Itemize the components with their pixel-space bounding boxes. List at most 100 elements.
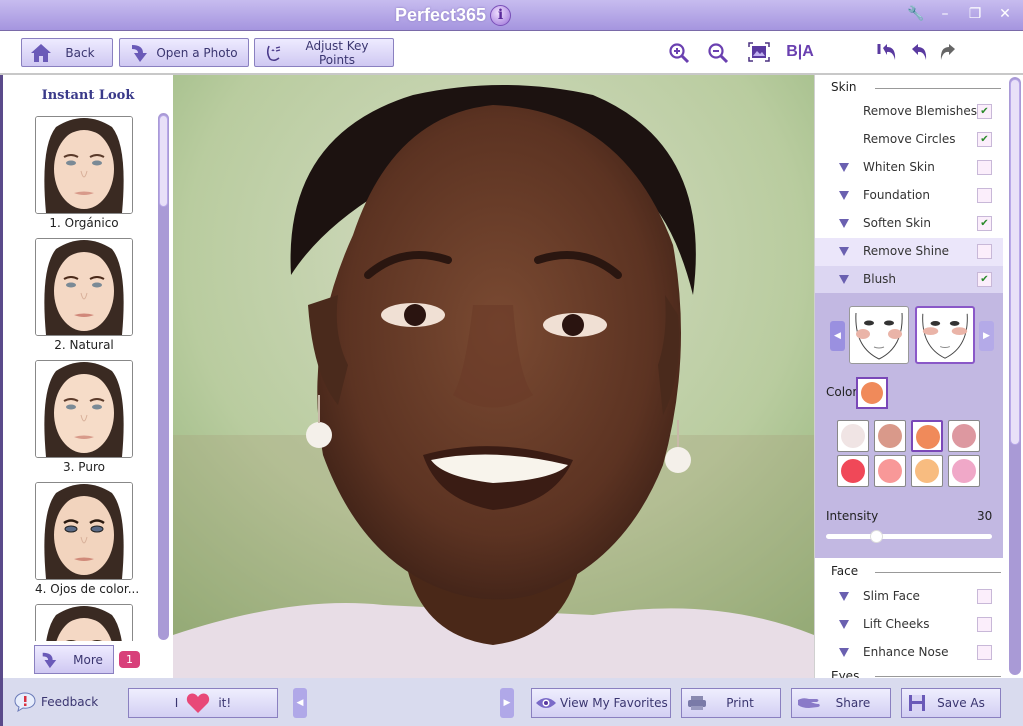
feedback-label: Feedback [41,695,99,709]
bottom-scroll-left-button[interactable]: ◀ [293,688,307,718]
soften-skin-checkbox[interactable]: ✔ [977,216,992,231]
look-item[interactable]: 2. Natural [35,238,133,352]
undo-all-icon[interactable] [876,42,900,67]
foundation-checkbox[interactable] [977,188,992,203]
look-item[interactable]: 3. Puro [35,360,133,474]
portrait-photo [173,75,814,678]
fit-to-screen-icon[interactable] [747,42,771,67]
look-thumbnail[interactable] [35,116,133,214]
expand-triangle-icon[interactable] [839,648,849,657]
more-looks-button[interactable]: More [34,645,114,674]
remove-blemishes-checkbox[interactable]: ✔ [977,104,992,119]
bottom-scroll-right-button[interactable]: ▶ [500,688,514,718]
option-remove-shine[interactable]: Remove Shine [815,238,1003,266]
looks-scrollbar[interactable] [158,113,169,640]
expand-triangle-icon[interactable] [839,163,849,172]
look-item[interactable] [35,604,133,641]
option-lift-cheeks[interactable]: Lift Cheeks [815,611,1003,639]
adjustments-panel: Skin Remove Blemishes ✔ Remove Circles ✔… [814,75,1023,678]
intensity-slider-track[interactable] [826,530,992,543]
look-item[interactable]: 4. Ojos de color... [35,482,139,596]
remove-circles-checkbox[interactable]: ✔ [977,132,992,147]
color-swatch[interactable] [911,455,943,487]
color-swatch[interactable] [911,420,943,452]
option-enhance-nose[interactable]: Enhance Nose [815,639,1003,667]
option-label: Foundation [863,188,930,202]
option-soften-skin[interactable]: Soften Skin ✔ [815,210,1003,238]
option-slim-face[interactable]: Slim Face [815,583,1003,611]
option-blush[interactable]: Blush ✔ [815,266,1003,294]
print-button[interactable]: Print [681,688,781,718]
blush-style-option-selected[interactable] [915,306,975,364]
color-swatch[interactable] [948,420,980,452]
slim-face-checkbox[interactable] [977,589,992,604]
more-arrow-icon [35,651,63,669]
expand-triangle-icon[interactable] [839,247,849,256]
open-photo-label: Open a Photo [156,45,238,60]
enhance-nose-checkbox[interactable] [977,645,992,660]
swatch-color-dot [878,459,902,483]
before-after-toggle[interactable]: B|A [785,42,815,62]
share-label: Share [835,696,871,710]
intensity-value: 30 [977,509,993,523]
color-swatch[interactable] [874,420,906,452]
blush-style-option[interactable] [849,306,909,364]
face-section-header: Face [831,564,859,578]
option-remove-blemishes[interactable]: Remove Blemishes ✔ [815,98,1003,126]
zoom-out-icon[interactable] [706,42,730,69]
expand-triangle-icon[interactable] [839,219,849,228]
blush-style-prev-button[interactable]: ◀ [830,321,845,351]
whiten-skin-checkbox[interactable] [977,160,992,175]
expand-triangle-icon[interactable] [839,191,849,200]
look-thumbnail[interactable] [35,360,133,458]
option-whiten-skin[interactable]: Whiten Skin [815,154,1003,182]
settings-wrench-icon[interactable]: 🔧 [907,6,924,22]
zoom-in-icon[interactable] [667,42,691,69]
look-item[interactable]: 1. Orgánico [35,116,133,230]
expand-triangle-icon[interactable] [839,592,849,601]
selected-color-preview [856,377,888,409]
expand-triangle-icon[interactable] [839,620,849,629]
back-button[interactable]: Back [21,38,113,67]
swatch-color-dot [841,424,865,448]
save-as-button[interactable]: Save As [901,688,1001,718]
swatch-color-dot [841,459,865,483]
adjustments-scrollbar[interactable] [1009,77,1021,675]
color-swatch[interactable] [837,420,869,452]
share-button[interactable]: Share [791,688,891,718]
adjustments-scrollbar-thumb[interactable] [1010,79,1020,445]
color-swatch[interactable] [948,455,980,487]
option-remove-circles[interactable]: Remove Circles ✔ [815,126,1003,154]
info-icon[interactable]: i [490,5,511,26]
option-foundation[interactable]: Foundation [815,182,1003,210]
blush-style-next-button[interactable]: ▶ [979,321,994,351]
redo-icon[interactable] [936,42,960,67]
color-swatch[interactable] [837,455,869,487]
i-love-it-button[interactable]: I it! [128,688,278,718]
look-label: 3. Puro [63,460,105,474]
printer-icon [682,695,712,711]
undo-icon[interactable] [907,42,931,67]
intensity-slider-handle[interactable] [869,530,883,543]
remove-shine-checkbox[interactable] [977,244,992,259]
look-thumbnail[interactable] [35,604,133,641]
adjust-key-points-button[interactable]: Adjust Key Points [254,38,394,67]
toolbar: Back Open a Photo Adjust Key Points B|A [0,31,1023,75]
minimize-button[interactable]: – [937,6,953,22]
view-my-favorites-button[interactable]: View My Favorites [531,688,671,718]
close-button[interactable]: ✕ [997,6,1013,22]
feedback-link[interactable]: Feedback [14,692,98,712]
look-thumbnail[interactable] [35,482,133,580]
blush-checkbox[interactable]: ✔ [977,272,992,287]
looks-scrollbar-thumb[interactable] [159,115,168,207]
eye-icon [532,696,560,710]
color-swatch[interactable] [874,455,906,487]
swatch-color-dot [915,459,939,483]
expand-triangle-icon[interactable] [839,275,849,284]
restore-button[interactable]: ❐ [967,6,983,22]
photo-canvas[interactable] [173,75,814,678]
share-hand-icon [792,696,826,710]
open-photo-button[interactable]: Open a Photo [119,38,249,67]
lift-cheeks-checkbox[interactable] [977,617,992,632]
look-thumbnail[interactable] [35,238,133,336]
